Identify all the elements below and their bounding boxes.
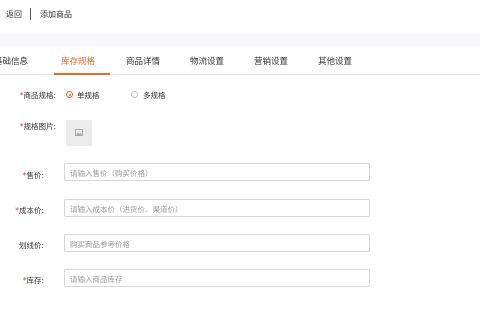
list-price-label: 划线价: (18, 241, 44, 250)
list-price-input[interactable]: 购买商品参考价格 (64, 234, 370, 252)
radio-multi-spec-label[interactable]: 多规格 (143, 90, 166, 101)
radio-single-spec-label[interactable]: 单规格 (77, 90, 100, 101)
price-label: *售价: (22, 171, 44, 180)
radio-multi-spec[interactable] (131, 91, 138, 98)
cost-label: *成本价: (15, 206, 44, 215)
back-arrow-icon[interactable]: ‹ (0, 9, 1, 20)
stock-label: *库存: (22, 276, 44, 285)
price-input[interactable]: 请输入售价（购买价格） (64, 163, 370, 181)
header-divider (30, 8, 31, 20)
active-tab-indicator (54, 73, 110, 75)
stock-input[interactable]: 请输入商品库存 (64, 269, 370, 287)
header-spacer (0, 34, 480, 46)
tab-marketing[interactable]: 营销设置 (254, 55, 288, 67)
radio-single-spec[interactable] (66, 91, 73, 98)
spec-type-label: *商品规格: (19, 91, 56, 100)
tab-basic-info[interactable]: 基础信息 (0, 55, 28, 67)
tab-logistics[interactable]: 物流设置 (190, 55, 224, 67)
tab-other[interactable]: 其他设置 (318, 55, 352, 67)
back-button[interactable]: 返回 (6, 9, 22, 20)
tab-inventory-spec[interactable]: 库存规格 (61, 55, 95, 67)
image-placeholder-icon (75, 129, 83, 136)
page-title: 添加商品 (40, 10, 72, 19)
tab-product-detail[interactable]: 商品详情 (126, 55, 160, 67)
top-bar: ‹ 返回 添加商品 (0, 0, 480, 34)
spec-image-upload[interactable] (66, 120, 92, 146)
spec-image-label: *规格图片: (19, 122, 56, 131)
cost-input[interactable]: 请输入成本价（进货价、渠道价） (64, 199, 370, 217)
tab-bar: 基础信息 库存规格 商品详情 物流设置 营销设置 其他设置 (0, 46, 480, 75)
